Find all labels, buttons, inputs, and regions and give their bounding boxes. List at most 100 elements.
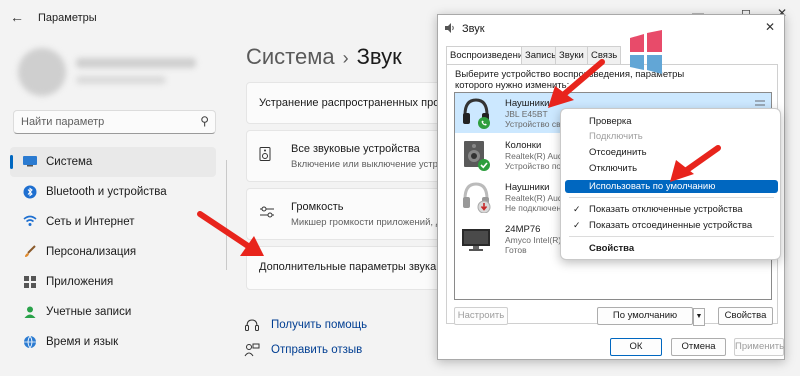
device-model: Amyco Intel(R) [505,235,562,245]
page-title: Звук [356,44,402,69]
volume-card[interactable]: Громкость Микшер громкости приложений, д… [246,188,447,240]
menu-item-label: Использовать по умолчанию [589,181,716,192]
menu-item-test[interactable]: Проверка [565,115,778,128]
device-status: Готов [505,245,527,255]
globe-icon [22,335,38,349]
device-name: 24MP76 [505,224,541,235]
tab-communications[interactable]: Связь [587,46,622,64]
sidebar-nav: Система Bluetooth и устройства Сеть и Ин… [10,147,216,357]
menu-item-disable[interactable]: Отключить [565,162,778,175]
user-icon [22,305,38,319]
apply-button[interactable]: Применить [734,338,784,356]
help-icon [244,318,260,335]
device-model: JBL E45BT [505,109,548,119]
close-icon[interactable]: ✕ [765,20,775,34]
breadcrumb: Система › Звук [246,44,402,70]
menu-item-label: Отсоединить [589,147,647,158]
speaker-icon [461,139,491,171]
sidebar-item-label: Учетные записи [46,306,132,318]
device-model: Realtek(R) Aud [505,151,563,161]
monitor-icon [461,223,491,255]
all-devices-title: Все звуковые устройства [291,143,420,155]
device-name: Наушники [505,98,550,109]
menu-item-connect[interactable]: Подключить [565,130,778,143]
profile-card[interactable] [18,48,218,98]
divider [226,160,227,270]
system-icon [22,155,38,169]
properties-button[interactable]: Свойства [718,307,773,325]
device-status: Устройство по [505,161,562,171]
ok-button[interactable]: ОК [610,338,662,356]
search-placeholder: Найти параметр [21,116,105,128]
menu-item-label: Показать отключенные устройства [589,204,743,215]
send-feedback-label: Отправить отзыв [271,344,363,356]
sound-speaker-icon [444,22,456,37]
site-logo [628,30,664,74]
headphones-icon [461,181,491,214]
tab-sounds[interactable]: Звуки [555,46,588,64]
all-devices-subtitle: Включение или выключение устр [291,159,438,170]
profile-name-blurred [76,58,196,68]
profile-email-blurred [76,76,166,84]
search-input[interactable]: Найти параметр ⚲ [13,110,216,134]
menu-separator [569,197,774,198]
sidebar-item-label: Система [46,156,93,168]
sidebar-item-bluetooth[interactable]: Bluetooth и устройства [10,177,216,207]
menu-item-show-disabled[interactable]: ✓ Показать отключенные устройства [565,203,778,216]
advanced-sound-card[interactable]: Дополнительные параметры звука [246,246,446,290]
context-menu: Проверка Подключить Отсоединить Отключит… [560,108,781,260]
breadcrumb-parent[interactable]: Система [246,44,335,69]
search-icon: ⚲ [200,114,209,128]
menu-item-label: Свойства [589,243,635,254]
all-devices-card[interactable]: Все звуковые устройства Включение или вы… [246,130,446,182]
menu-item-label: Подключить [589,131,643,142]
troubleshoot-label: Устранение распространенных проб [259,97,446,109]
sidebar-item-personalization[interactable]: Персонализация [10,237,216,267]
advanced-sound-label: Дополнительные параметры звука [259,261,437,273]
menu-item-label: Проверка [589,116,632,127]
sidebar-item-system[interactable]: Система [10,147,216,177]
device-model: Realtek(R) Aud [505,193,563,203]
menu-item-show-disconnected[interactable]: ✓ Показать отсоединенные устройства [565,219,778,232]
sidebar-item-accounts[interactable]: Учетные записи [10,297,216,327]
sidebar-item-label: Время и язык [46,336,119,348]
menu-item-properties[interactable]: Свойства [565,242,778,255]
wifi-icon [22,215,38,229]
checkmark-icon: ✓ [573,220,581,230]
brush-icon [22,245,38,259]
menu-item-disconnect[interactable]: Отсоединить [565,146,778,159]
menu-item-label: Показать отсоединенные устройства [589,220,753,231]
troubleshoot-card[interactable]: Устранение распространенных проб [246,82,446,124]
menu-item-set-default[interactable]: Использовать по умолчанию [565,180,778,193]
menu-separator [569,236,774,237]
checkmark-icon: ✓ [573,204,581,214]
set-default-button[interactable]: По умолчанию [597,307,693,325]
apps-icon [22,275,38,289]
device-name: Наушники [505,182,550,193]
sidebar-item-label: Bluetooth и устройства [46,186,167,198]
menu-item-label: Отключить [589,163,638,174]
avatar [18,48,66,96]
sidebar-item-label: Персонализация [46,246,137,258]
chevron-down-icon[interactable]: ▼ [693,308,705,326]
sidebar-item-time-language[interactable]: Время и язык [10,327,216,357]
configure-button[interactable]: Настроить [454,307,508,325]
device-status: Устройство св [505,119,561,129]
sidebar-item-apps[interactable]: Приложения [10,267,216,297]
sidebar-item-label: Приложения [46,276,114,288]
breadcrumb-separator: › [342,48,349,68]
back-arrow-icon[interactable]: ← [10,9,26,25]
feedback-icon [244,343,260,360]
volume-subtitle: Микшер громкости приложений, ди [291,217,447,228]
volume-title: Громкость [291,201,344,213]
sidebar-item-label: Сеть и Интернет [46,216,135,228]
device-name: Колонки [505,140,542,151]
sidebar-item-network[interactable]: Сеть и Интернет [10,207,216,237]
get-help-label: Получить помощь [271,319,368,331]
dialog-title: Звук [462,23,485,35]
tab-playback[interactable]: Воспроизведение [446,46,533,65]
device-status: Не подключен [505,203,562,213]
cancel-button[interactable]: Отмена [671,338,726,356]
mixer-icon [259,205,275,222]
bluetooth-icon [22,185,38,199]
